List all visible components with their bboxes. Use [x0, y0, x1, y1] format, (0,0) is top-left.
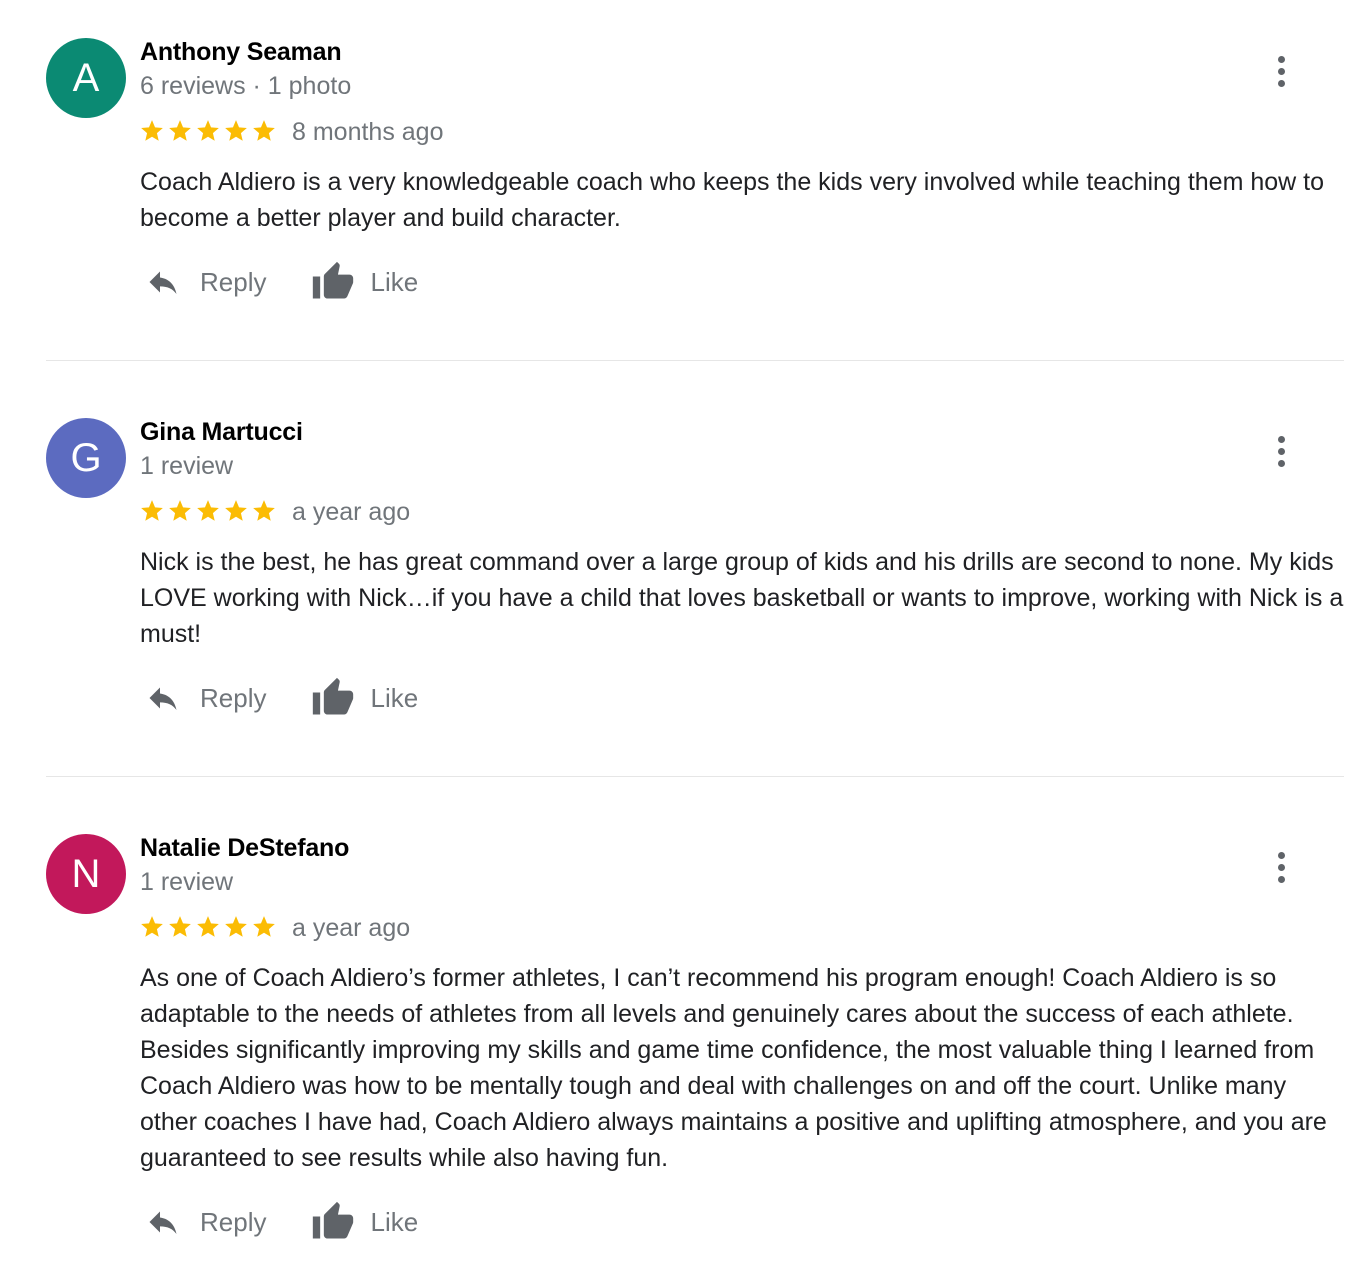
review-actions: Reply Like — [144, 1198, 418, 1246]
star-rating — [139, 498, 277, 526]
star-icon — [225, 916, 247, 937]
review-card: N Natalie DeStefano 1 review a year ago … — [46, 834, 1344, 1254]
reply-button[interactable]: Reply — [144, 264, 266, 300]
star-icon — [197, 916, 219, 937]
avatar[interactable]: A — [46, 38, 126, 118]
reviewer-name[interactable]: Anthony Seaman — [140, 38, 342, 67]
kebab-dot — [1278, 80, 1285, 87]
kebab-dot — [1278, 68, 1285, 75]
avatar-initial: N — [71, 852, 101, 896]
more-options-button[interactable] — [1270, 432, 1294, 472]
thumbs-up-icon — [313, 1201, 354, 1239]
review-card: G Gina Martucci 1 review a year ago Nick… — [46, 418, 1344, 738]
review-age: 8 months ago — [292, 118, 444, 146]
kebab-dot — [1278, 460, 1285, 467]
divider — [46, 360, 1344, 361]
like-label: Like — [370, 1206, 419, 1237]
reviewer-name[interactable]: Natalie DeStefano — [140, 834, 349, 863]
kebab-dot — [1278, 864, 1285, 871]
kebab-dot — [1278, 436, 1285, 443]
like-button[interactable]: Like — [310, 260, 418, 304]
kebab-dot — [1278, 852, 1285, 859]
review-age: a year ago — [292, 914, 411, 942]
reviewer-meta[interactable]: 6 reviews · 1 photo — [140, 72, 351, 101]
star-rating — [139, 118, 277, 146]
reply-icon — [149, 687, 177, 710]
reply-label: Reply — [200, 1206, 267, 1237]
reply-label: Reply — [200, 266, 267, 297]
review-actions: Reply Like — [144, 258, 418, 306]
star-icon — [225, 120, 247, 141]
divider — [46, 776, 1344, 777]
star-icon — [169, 120, 191, 141]
star-icon — [169, 916, 191, 937]
review-text: Coach Aldiero is a very knowledgeable co… — [140, 168, 1324, 232]
reply-button[interactable]: Reply — [144, 1204, 266, 1240]
star-icon — [197, 500, 219, 521]
star-icon — [225, 500, 247, 521]
thumbs-up-icon — [313, 677, 354, 715]
star-icon — [141, 500, 163, 521]
reviewer-meta[interactable]: 1 review — [140, 452, 233, 481]
more-options-button[interactable] — [1270, 848, 1294, 888]
avatar[interactable]: G — [46, 418, 126, 498]
reply-icon — [149, 1211, 177, 1234]
review-age: a year ago — [292, 498, 411, 526]
like-button[interactable]: Like — [310, 1200, 418, 1244]
review-text: Nick is the best, he has great command o… — [140, 548, 1344, 648]
star-rating — [139, 914, 277, 942]
reply-icon — [149, 271, 177, 294]
star-icon — [253, 120, 275, 141]
star-icon — [141, 120, 163, 141]
review-card: A Anthony Seaman 6 reviews · 1 photo 8 m… — [46, 38, 1344, 318]
like-label: Like — [370, 266, 419, 297]
reviewer-meta[interactable]: 1 review — [140, 868, 233, 897]
reply-button[interactable]: Reply — [144, 680, 266, 716]
kebab-dot — [1278, 56, 1285, 63]
review-text: As one of Coach Aldiero’s former athlete… — [140, 964, 1327, 1172]
star-icon — [253, 500, 275, 521]
review-actions: Reply Like — [144, 674, 418, 722]
avatar-initial: G — [70, 436, 102, 480]
star-icon — [197, 120, 219, 141]
more-options-button[interactable] — [1270, 52, 1294, 92]
reply-label: Reply — [200, 682, 267, 713]
reviewer-name[interactable]: Gina Martucci — [140, 418, 303, 447]
avatar-initial: A — [72, 56, 100, 100]
avatar[interactable]: N — [46, 834, 126, 914]
star-icon — [141, 916, 163, 937]
star-icon — [253, 916, 275, 937]
kebab-dot — [1278, 876, 1285, 883]
like-label: Like — [370, 682, 419, 713]
star-icon — [169, 500, 191, 521]
like-button[interactable]: Like — [310, 676, 418, 720]
thumbs-up-icon — [313, 261, 354, 299]
kebab-dot — [1278, 448, 1285, 455]
